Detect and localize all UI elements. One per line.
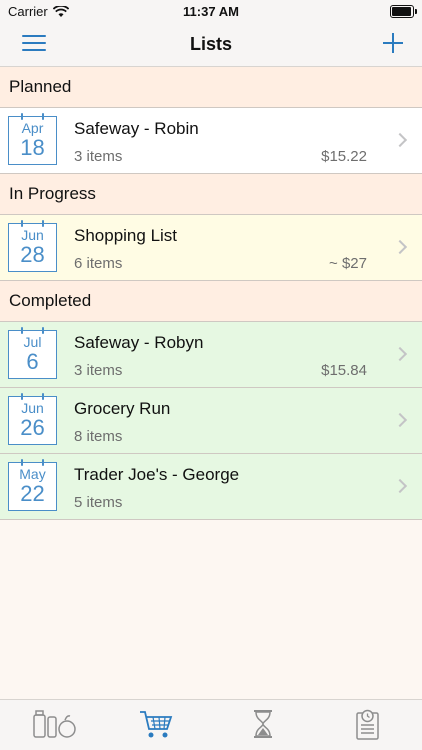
section-header-in-progress: In Progress (0, 174, 422, 215)
plus-icon[interactable] (382, 32, 404, 54)
calendar-date-icon: Apr 18 (8, 113, 57, 165)
list-row[interactable]: Jun 26 Grocery Run 8 items (0, 388, 422, 454)
pantry-items-icon (33, 710, 76, 738)
calendar-day: 26 (20, 415, 45, 440)
calendar-month: Jun (21, 227, 44, 243)
chevron-right-icon (392, 132, 408, 148)
calendar-date-icon: Jul 6 (8, 327, 57, 379)
list-row[interactable]: Jun 28 Shopping List 6 items ~ $27 (0, 215, 422, 281)
calendar-date-icon: Jun 28 (8, 220, 57, 272)
item-count: 3 items (74, 148, 123, 165)
history-list-icon (356, 709, 379, 740)
list-title: Grocery Run (74, 399, 171, 418)
item-count: 8 items (74, 428, 123, 445)
calendar-date-icon: Jun 26 (8, 393, 57, 445)
list-row[interactable]: Apr 18 Safeway - Robin 3 items $15.22 (0, 108, 422, 174)
tab-history[interactable] (348, 709, 388, 741)
status-time: 11:37 AM (183, 4, 239, 19)
calendar-date-icon: May 22 (8, 459, 57, 511)
shopping-cart-icon (140, 711, 173, 738)
chevron-right-icon (392, 239, 408, 255)
list-row[interactable]: Jul 6 Safeway - Robyn 3 items $15.84 (0, 322, 422, 388)
item-count: 3 items (74, 362, 123, 379)
section-header-planned: Planned (0, 67, 422, 108)
calendar-month: May (19, 466, 46, 482)
section-header-completed: Completed (0, 281, 422, 322)
tab-pantry[interactable] (32, 709, 76, 741)
calendar-month: Jun (21, 400, 44, 416)
battery-icon (390, 5, 417, 18)
status-bar: Carrier 11:37 AM (0, 0, 422, 22)
item-count: 5 items (74, 494, 123, 511)
chevron-right-icon (392, 412, 408, 428)
calendar-day: 6 (26, 349, 39, 374)
list-title: Safeway - Robyn (74, 333, 204, 352)
item-count: 6 items (74, 255, 123, 272)
page-title: Lists (189, 34, 232, 54)
calendar-day: 22 (20, 481, 45, 506)
list-row[interactable]: May 22 Trader Joe's - George 5 items (0, 454, 422, 520)
calendar-month: Apr (21, 120, 44, 136)
hourglass-icon (254, 710, 272, 738)
chevron-right-icon (392, 346, 408, 362)
list-price: ~ $27 (329, 255, 367, 272)
nav-bar: Lists (0, 22, 422, 67)
list-price: $15.84 (321, 362, 367, 379)
calendar-month: Jul (23, 334, 42, 350)
calendar-day: 28 (20, 242, 45, 267)
tab-in-progress[interactable] (243, 709, 283, 741)
list-title: Safeway - Robin (74, 119, 199, 138)
chevron-right-icon (392, 478, 408, 494)
tab-bar (0, 699, 422, 750)
tab-shopping[interactable] (136, 709, 176, 741)
list-title: Shopping List (74, 226, 178, 245)
list-title: Trader Joe's - George (74, 465, 240, 484)
calendar-day: 18 (20, 135, 45, 160)
list-price: $15.22 (321, 148, 367, 165)
